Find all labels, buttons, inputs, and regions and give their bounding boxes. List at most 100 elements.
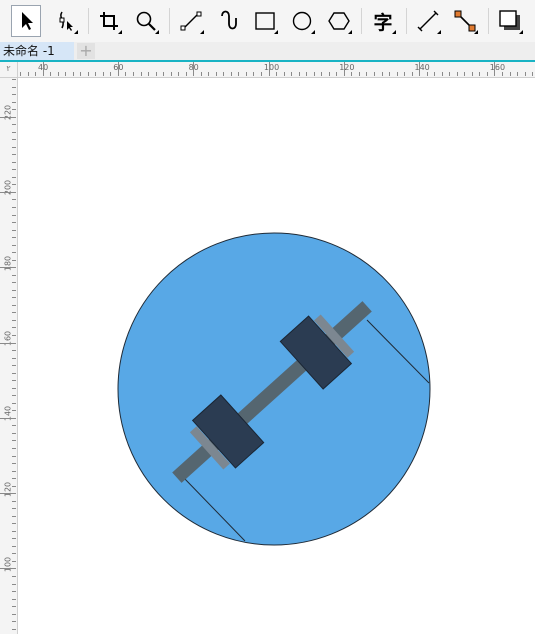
ruler-tick [178,72,180,76]
ruler-tick [313,72,315,76]
ruler-tick [389,72,391,76]
ruler-label-v: 160 [3,330,13,347]
ruler-tick [0,191,16,193]
ruler-tick [12,169,16,171]
ruler-tick [12,508,16,510]
ruler-tick [532,72,534,76]
ruler-tick [12,244,16,246]
ruler-tick [276,72,278,76]
flyout-indicator [392,30,396,34]
rectangle-tool-button[interactable] [250,5,280,37]
ruler-tick [12,560,16,562]
add-document-button[interactable]: + [77,43,95,59]
polygon-tool-button[interactable] [324,5,354,37]
ruler-tick [80,72,82,76]
toolbar-separator [169,8,170,34]
tab-document[interactable]: 未命名 -1 [0,42,74,60]
ruler-tick [125,72,127,76]
shape-edit-tool-button[interactable] [50,5,80,37]
zoom-tool-button[interactable] [131,5,161,37]
ruler-tick [12,176,16,178]
ruler-tick [12,214,16,216]
vertical-ruler[interactable]: 220 200 180 160 140 120 100 [0,77,18,634]
ruler-tick [336,72,338,76]
ruler-tick [449,72,451,76]
ruler-tick [524,72,526,76]
ruler-label-v: 100 [3,556,13,572]
line-tool-button[interactable] [176,5,206,37]
ruler-tick [12,463,16,465]
ruler-tick [12,86,16,88]
ruler-tick [12,425,16,427]
ruler-tick [12,312,16,314]
crop-tool-button[interactable] [94,5,124,37]
ruler-tick [471,72,473,76]
ruler-tick [12,335,16,337]
ruler-tick [12,530,16,532]
ruler-tick [12,372,16,374]
ruler-tick [12,447,16,449]
ruler-tick [12,598,16,600]
ruler-label-h: 100 [263,63,280,72]
ruler-tick [373,72,375,76]
ruler-tick [411,72,413,76]
flyout-indicator [155,30,159,34]
ruler-tick [0,493,16,495]
flyout-indicator [311,30,315,34]
ruler-tick [12,154,16,156]
ruler-tick [12,237,16,239]
ruler-tick [12,350,16,352]
document-tab-bar: 未命名 -1 + [0,42,535,60]
ruler-tick [12,470,16,472]
ruler-tick [57,72,59,76]
ruler-tick [12,222,16,224]
ruler-tick [185,72,187,76]
toolbox: 字 [0,0,535,43]
ruler-tick [509,72,511,76]
ruler-origin-corner[interactable]: ٢ [0,62,18,78]
ruler-tick [404,72,406,76]
ruler-tick [12,139,16,141]
ruler-tick [298,72,300,76]
ruler-tick [464,72,466,76]
ruler-tick [12,357,16,359]
ruler-tick [12,79,16,80]
ruler-tick [35,72,37,76]
ruler-tick [351,72,353,76]
drawing-canvas[interactable] [18,78,535,634]
ruler-tick [50,72,52,76]
ruler-tick [20,72,22,76]
connector-tool-button[interactable] [450,5,480,37]
text-tool-button[interactable]: 字 [368,5,398,37]
ellipse-tool-button[interactable] [287,5,317,37]
ruler-tick [12,500,16,502]
ruler-tick [0,267,16,269]
ruler-tick [12,613,16,615]
ruler-tick [65,72,67,76]
dimension-tool-button[interactable] [413,5,443,37]
arrow-pointer-icon [22,12,33,30]
flyout-indicator [519,30,523,34]
horizontal-ruler[interactable]: 406080100120140160 [0,62,535,78]
ruler-tick [306,72,308,76]
ruler-tick [12,146,16,148]
curve-icon [221,10,237,30]
ruler-tick [12,395,16,397]
ruler-tick [494,62,496,76]
ruler-tick [12,282,16,284]
flyout-indicator [118,30,122,34]
ruler-tick [12,365,16,367]
ruler-tick [12,410,16,412]
shadow-tool-button[interactable] [495,5,525,37]
ruler-tick [12,131,16,133]
ruler-tick [12,109,16,111]
pick-tool-button[interactable] [11,5,41,37]
ruler-tick [0,342,16,344]
ruler-tick [253,72,255,76]
ruler-tick [12,591,16,593]
ruler-tick [12,380,16,382]
ruler-label-v: 140 [3,406,13,422]
ruler-tick [12,327,16,329]
ruler-tick [396,72,398,76]
curve-tool-button[interactable] [213,5,243,37]
